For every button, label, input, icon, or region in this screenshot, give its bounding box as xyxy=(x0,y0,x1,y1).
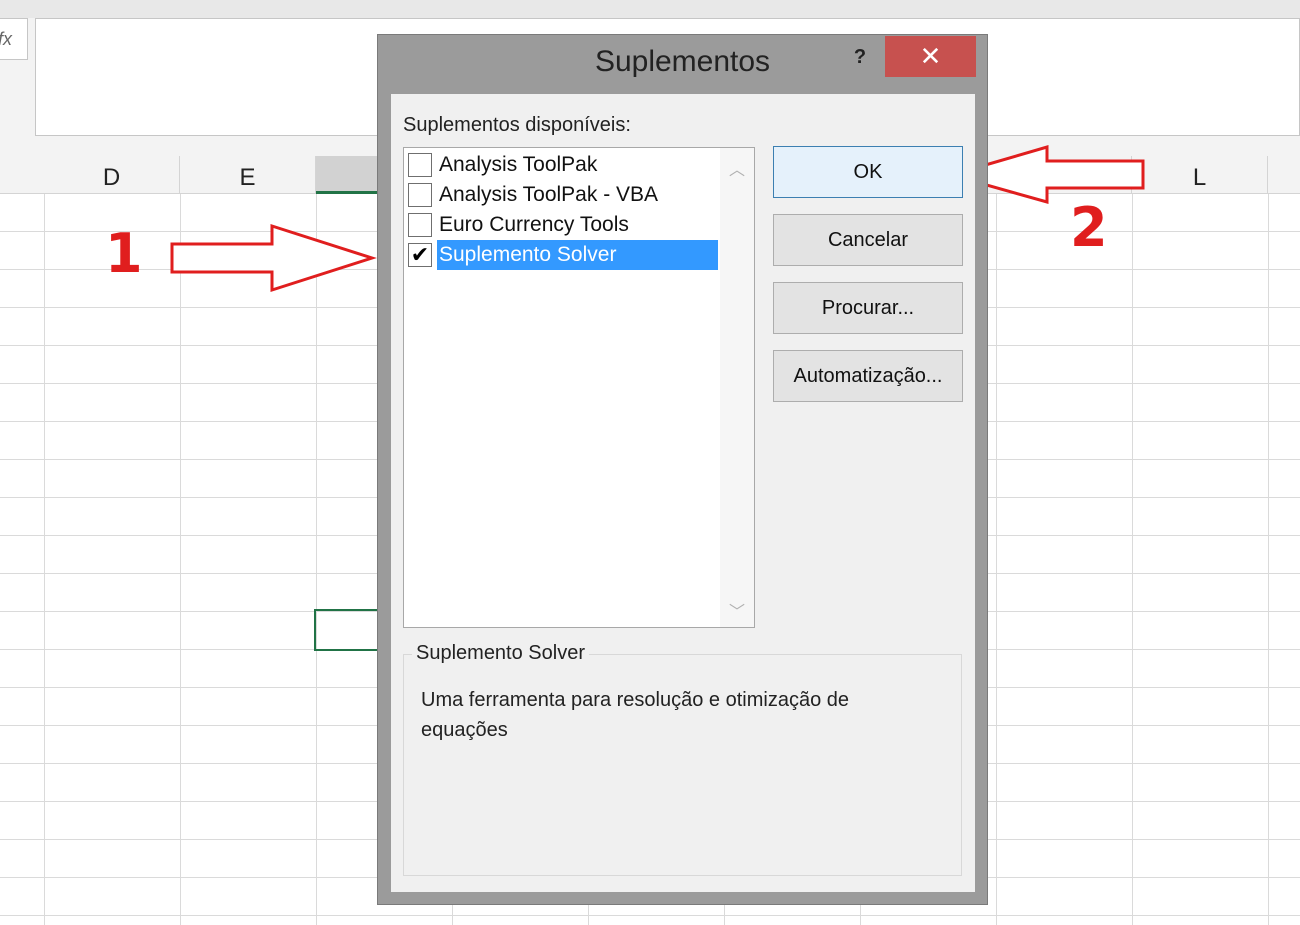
automation-button[interactable]: Automatização... xyxy=(773,350,963,402)
cancel-button[interactable]: Cancelar xyxy=(773,214,963,266)
addin-item-analysis-toolpak-vba[interactable]: Analysis ToolPak - VBA xyxy=(404,180,720,210)
addin-label: Analysis ToolPak - VBA xyxy=(439,183,659,206)
ok-button[interactable]: OK xyxy=(773,146,963,198)
column-header-l[interactable]: L xyxy=(1132,156,1268,194)
addin-checkbox[interactable] xyxy=(408,213,432,237)
addin-checkbox-checked[interactable]: ✔ xyxy=(408,243,432,267)
addin-item-euro-currency-tools[interactable]: Euro Currency Tools xyxy=(404,210,720,240)
addin-checkbox[interactable] xyxy=(408,183,432,207)
description-text: Uma ferramenta para resolução e otimizaç… xyxy=(421,689,849,741)
addin-label: Suplemento Solver xyxy=(437,240,718,270)
available-addins-label: Suplementos disponíveis: xyxy=(403,114,631,136)
scroll-down-icon[interactable]: ﹀ xyxy=(720,598,754,622)
annotation-marker-1: 1 xyxy=(105,222,143,285)
listbox-scrollbar[interactable]: ︿ ﹀ xyxy=(720,148,754,627)
addin-label: Euro Currency Tools xyxy=(439,213,629,236)
addin-item-suplemento-solver[interactable]: ✔ Suplemento Solver xyxy=(404,240,720,270)
active-cell[interactable] xyxy=(314,609,384,651)
scroll-up-icon[interactable]: ︿ xyxy=(720,156,754,180)
addins-dialog: Suplementos ? ✕ Suplementos disponíveis:… xyxy=(377,34,988,905)
addin-item-analysis-toolpak[interactable]: Analysis ToolPak xyxy=(404,150,720,180)
addins-listbox[interactable]: Analysis ToolPak Analysis ToolPak - VBA … xyxy=(403,147,755,628)
column-header-e[interactable]: E xyxy=(180,156,316,194)
column-header-d[interactable]: D xyxy=(44,156,180,194)
browse-button[interactable]: Procurar... xyxy=(773,282,963,334)
fx-label: fx xyxy=(0,29,13,49)
addin-label: Analysis ToolPak xyxy=(439,153,598,176)
addin-checkbox[interactable] xyxy=(408,153,432,177)
name-box[interactable]: fx xyxy=(0,18,28,60)
description-title: Suplemento Solver xyxy=(412,642,589,665)
title-strip xyxy=(0,0,1300,19)
description-group: Suplemento Solver Uma ferramenta para re… xyxy=(403,642,962,876)
close-button[interactable]: ✕ xyxy=(885,36,976,77)
help-button[interactable]: ? xyxy=(846,43,874,71)
dialog-body: Suplementos disponíveis: Analysis ToolPa… xyxy=(391,94,975,892)
annotation-arrow-1 xyxy=(170,223,377,293)
